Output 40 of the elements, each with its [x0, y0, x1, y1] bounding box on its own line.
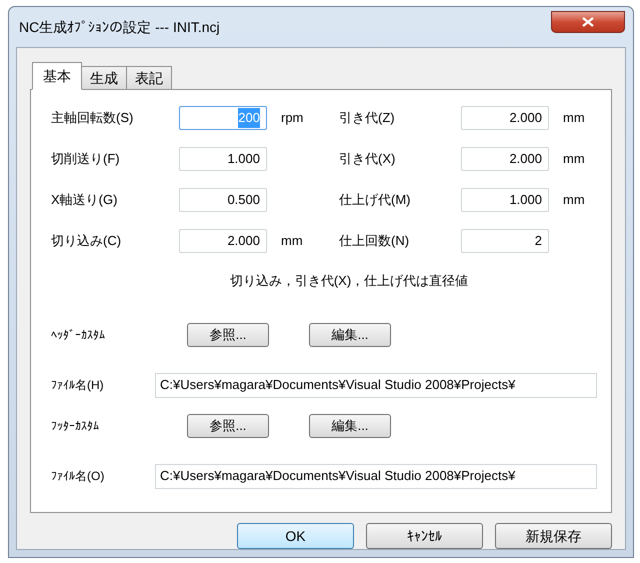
input-field[interactable]: 1.000	[461, 188, 549, 212]
unit-label: mm	[280, 232, 304, 250]
field-label: 切削送り(F)	[51, 150, 121, 168]
field-label: 引き代(X)	[339, 150, 396, 168]
input-field[interactable]: 2	[461, 229, 549, 253]
section-button[interactable]: 編集...	[309, 414, 391, 438]
tab[interactable]: 表記	[126, 66, 172, 90]
section-label: ﾍｯﾀﾞｰｶｽﾀﾑ	[51, 326, 106, 344]
dialog-button[interactable]: OK	[237, 523, 354, 549]
unit-label: mm	[562, 191, 586, 210]
field-label: 仕上げ代(M)	[339, 191, 412, 210]
field-label: X軸送り(G)	[51, 191, 118, 210]
tab[interactable]: 基本	[32, 62, 82, 90]
section-label: ﾌｯﾀｰｶｽﾀﾑ	[51, 418, 100, 434]
unit-label: mm	[562, 109, 586, 128]
input-field[interactable]: 2.000	[179, 229, 267, 253]
input-field[interactable]: 2.000	[461, 106, 549, 130]
section-button[interactable]: 参照...	[187, 322, 269, 346]
field-label: 主軸回転数(S)	[51, 109, 134, 128]
tab[interactable]: 生成	[81, 66, 127, 90]
close-button[interactable]	[551, 11, 625, 33]
input-field[interactable]: C:¥Users¥magara¥Documents¥Visual Studio 2008¥Projects¥	[155, 372, 597, 398]
unit-label: rpm	[280, 109, 304, 128]
close-icon	[582, 17, 594, 27]
section-button[interactable]: 参照...	[187, 414, 269, 438]
input-field[interactable]: 1.000	[179, 147, 267, 171]
note-text: 切り込み，引き代(X)，仕上げ代は直径値	[230, 272, 468, 290]
field-label: ﾌｧｲﾙ名(O)	[51, 468, 106, 485]
input-field[interactable]: C:¥Users¥magara¥Documents¥Visual Studio 2008¥Projects¥	[155, 464, 597, 488]
field-label: 切り込み(C)	[51, 232, 122, 250]
window-title: NC生成ｵﾌﾟｼｮﾝの設定 --- INIT.ncj	[19, 18, 220, 37]
dialog-button[interactable]: 新規保存	[495, 523, 612, 549]
dialog-button[interactable]: ｷｬﾝｾﾙ	[366, 523, 483, 549]
field-label: 仕上回数(N)	[339, 232, 410, 250]
field-label: 引き代(Z)	[339, 109, 396, 128]
input-field[interactable]: 2.000	[461, 147, 549, 171]
unit-label: mm	[562, 150, 586, 168]
input-field[interactable]: 0.500	[179, 188, 267, 212]
field-label: ﾌｧｲﾙ名(H)	[51, 377, 105, 394]
section-button[interactable]: 編集...	[309, 322, 391, 346]
